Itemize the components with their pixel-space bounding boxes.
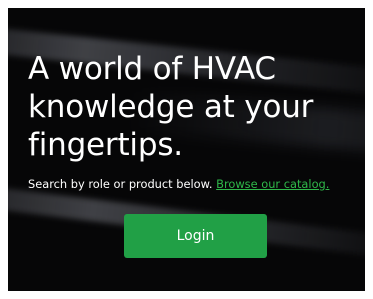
- hero-subline: Search by role or product below. Browse …: [28, 176, 365, 192]
- browse-catalog-link[interactable]: Browse our catalog.: [216, 177, 329, 191]
- login-button[interactable]: Login: [124, 214, 267, 258]
- hero-headline: A world of HVAC knowledge at your finger…: [28, 51, 314, 163]
- hero-banner: A world of HVAC knowledge at your finger…: [8, 8, 365, 291]
- hero-subline-text: Search by role or product below.: [28, 177, 217, 191]
